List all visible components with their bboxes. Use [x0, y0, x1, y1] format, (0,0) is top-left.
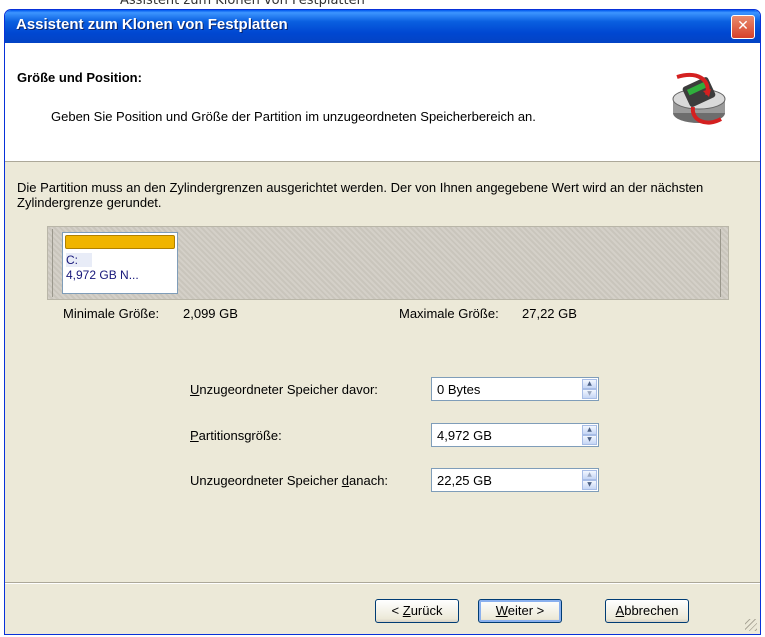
partition-size-field-label: Partitionsgröße: — [190, 428, 282, 443]
wizard-window: Assistent zum Klonen von Festplatten ✕ G… — [4, 9, 761, 635]
spin-up-icon[interactable]: ▲ — [582, 379, 597, 389]
max-size-value: 27,22 GB — [522, 306, 577, 321]
unallocated-after-arrows[interactable]: ▲ ▼ — [582, 470, 597, 490]
alignment-info-text: Die Partition muss an den Zylindergrenze… — [17, 180, 704, 210]
disk-map: C: 4,972 GB N... — [47, 226, 729, 300]
spin-down-icon[interactable]: ▼ — [582, 389, 597, 399]
disk-clone-wizard-icon — [672, 73, 726, 125]
min-size-label: Minimale Größe: — [63, 306, 160, 321]
title-bar[interactable]: Assistent zum Klonen von Festplatten ✕ — [5, 10, 760, 43]
partition-letter: C: — [66, 253, 92, 267]
unallocated-before-label: Unzugeordneter Speicher davor: — [190, 382, 378, 397]
wizard-header: Größe und Position: Geben Sie Position u… — [5, 43, 760, 162]
spin-up-icon[interactable]: ▲ — [582, 470, 597, 480]
partition-c-block[interactable]: C: 4,972 GB N... — [62, 232, 178, 294]
close-button[interactable]: ✕ — [731, 15, 755, 39]
unallocated-after-value: 22,25 GB — [437, 473, 492, 488]
window-title: Assistent zum Klonen von Festplatten — [16, 16, 288, 33]
unallocated-after-spinner[interactable]: 22,25 GB ▲ ▼ — [431, 468, 599, 492]
spin-down-icon[interactable]: ▼ — [582, 435, 597, 445]
footer-divider-highlight — [5, 583, 760, 584]
spin-down-icon[interactable]: ▼ — [582, 480, 597, 490]
resize-grip-icon[interactable] — [745, 619, 757, 631]
min-size-value: 2,099 GB — [183, 306, 238, 321]
next-button[interactable]: Weiter > — [478, 599, 562, 623]
partition-color-stripe — [65, 235, 175, 249]
cancel-button[interactable]: Abbrechen — [605, 599, 689, 623]
unallocated-before-arrows[interactable]: ▲ ▼ — [582, 379, 597, 399]
spin-up-icon[interactable]: ▲ — [582, 425, 597, 435]
unallocated-after-label: Unzugeordneter Speicher danach: — [190, 473, 389, 488]
cropped-text-above: Assistent zum Klonen von Festplatten — [120, 0, 365, 8]
partition-size-label: 4,972 GB N... — [66, 268, 139, 282]
page-title: Größe und Position: — [17, 70, 142, 85]
disk-map-left-marker — [52, 229, 53, 297]
close-icon: ✕ — [737, 18, 749, 34]
page-subtitle: Geben Sie Position und Größe der Partiti… — [51, 109, 536, 124]
disk-map-right-marker — [720, 229, 721, 297]
max-size-label: Maximale Größe: — [399, 306, 499, 321]
partition-size-value: 4,972 GB — [437, 428, 492, 443]
unallocated-before-value: 0 Bytes — [437, 382, 481, 397]
unallocated-before-spinner[interactable]: 0 Bytes ▲ ▼ — [431, 377, 599, 401]
back-button[interactable]: < Zurück — [375, 599, 459, 623]
partition-size-arrows[interactable]: ▲ ▼ — [582, 425, 597, 445]
partition-size-spinner[interactable]: 4,972 GB ▲ ▼ — [431, 423, 599, 447]
